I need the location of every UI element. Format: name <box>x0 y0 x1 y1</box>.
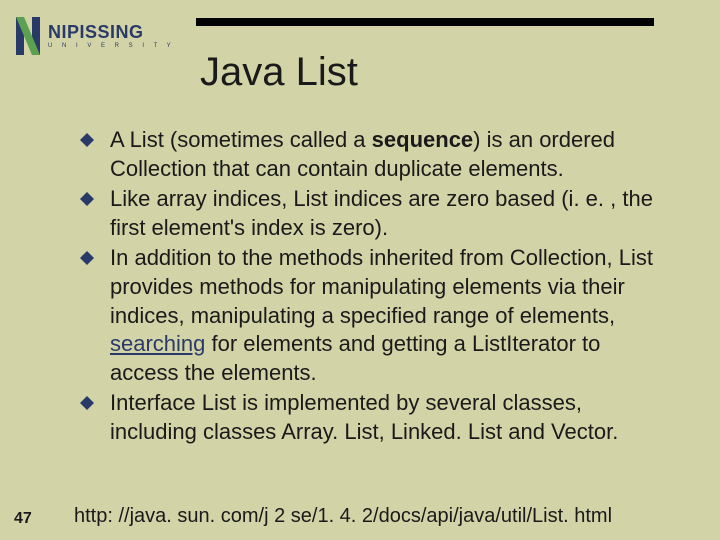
list-item: Like array indices, List indices are zer… <box>80 185 670 242</box>
list-item: A List (sometimes called a sequence) is … <box>80 126 670 183</box>
logo: NIPISSING U N I V E R S I T Y <box>14 8 184 64</box>
title-rule <box>196 18 654 26</box>
diamond-bullet-icon <box>80 396 100 410</box>
bullet-text: Interface List is implemented by several… <box>110 389 670 446</box>
bullet-text: A List (sometimes called a sequence) is … <box>110 126 670 183</box>
diamond-bullet-icon <box>80 192 100 206</box>
diamond-bullet-icon <box>80 251 100 265</box>
bullet-list: A List (sometimes called a sequence) is … <box>80 126 670 449</box>
slide-title: Java List <box>200 50 358 95</box>
bullet-text: Like array indices, List indices are zer… <box>110 185 670 242</box>
logo-text: NIPISSING U N I V E R S I T Y <box>48 23 175 49</box>
logo-main: NIPISSING <box>48 23 175 41</box>
list-item: Interface List is implemented by several… <box>80 389 670 446</box>
footer-url: http: //java. sun. com/j 2 se/1. 4. 2/do… <box>74 505 612 528</box>
list-item: In addition to the methods inherited fro… <box>80 244 670 387</box>
diamond-bullet-icon <box>80 133 100 147</box>
slide-number: 47 <box>14 510 32 528</box>
searching-link[interactable]: searching <box>110 331 205 356</box>
logo-mark-icon <box>14 13 42 59</box>
logo-sub: U N I V E R S I T Y <box>48 43 175 49</box>
bullet-text: In addition to the methods inherited fro… <box>110 244 670 387</box>
